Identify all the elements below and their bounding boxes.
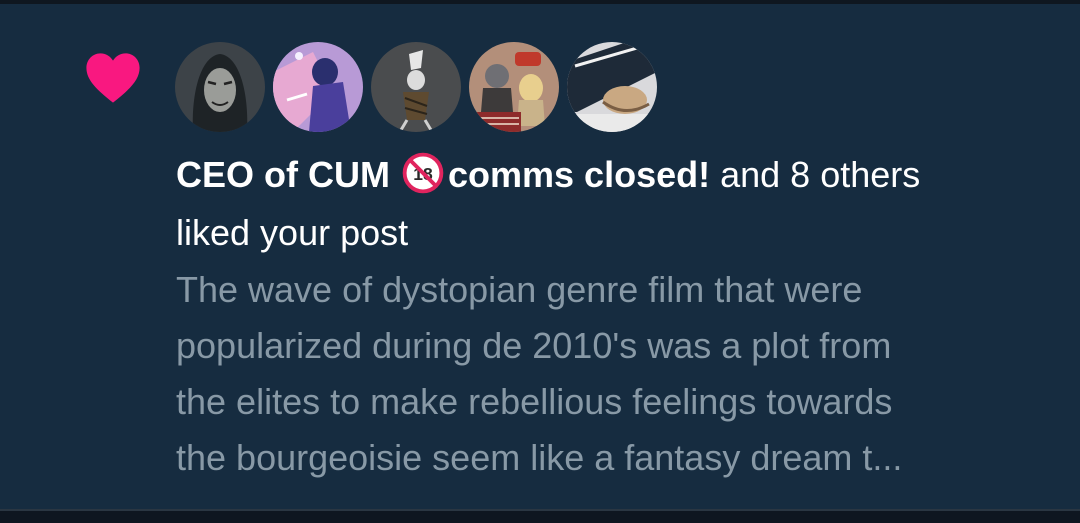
avatar[interactable] — [175, 42, 265, 132]
actor-status[interactable]: comms closed! — [448, 154, 710, 195]
avatar[interactable] — [469, 42, 559, 132]
avatar[interactable] — [273, 42, 363, 132]
avatar[interactable] — [567, 42, 657, 132]
preview-line: the bourgeoisie seem like a fantasy drea… — [176, 437, 903, 478]
action-text: liked your post — [176, 212, 409, 253]
heart-icon — [86, 53, 140, 103]
like-notification[interactable]: CEO of CUM 18 comms closed! and 8 others… — [0, 4, 1080, 509]
preview-line: The wave of dystopian genre film that we… — [176, 269, 863, 310]
avatar[interactable] — [371, 42, 461, 132]
preview-line: the elites to make rebellious feelings t… — [176, 381, 893, 422]
next-item-edge — [0, 511, 1080, 523]
no-under-18-icon: 18 — [402, 152, 444, 194]
liker-avatars — [175, 42, 657, 132]
actor-name[interactable]: CEO of CUM — [176, 154, 390, 195]
post-preview[interactable]: The wave of dystopian genre film that we… — [176, 262, 1066, 486]
preview-line: popularized during de 2010's was a plot … — [176, 325, 892, 366]
others-count[interactable]: and 8 others — [720, 154, 920, 195]
notification-headline: CEO of CUM 18 comms closed! and 8 others… — [176, 146, 1056, 262]
